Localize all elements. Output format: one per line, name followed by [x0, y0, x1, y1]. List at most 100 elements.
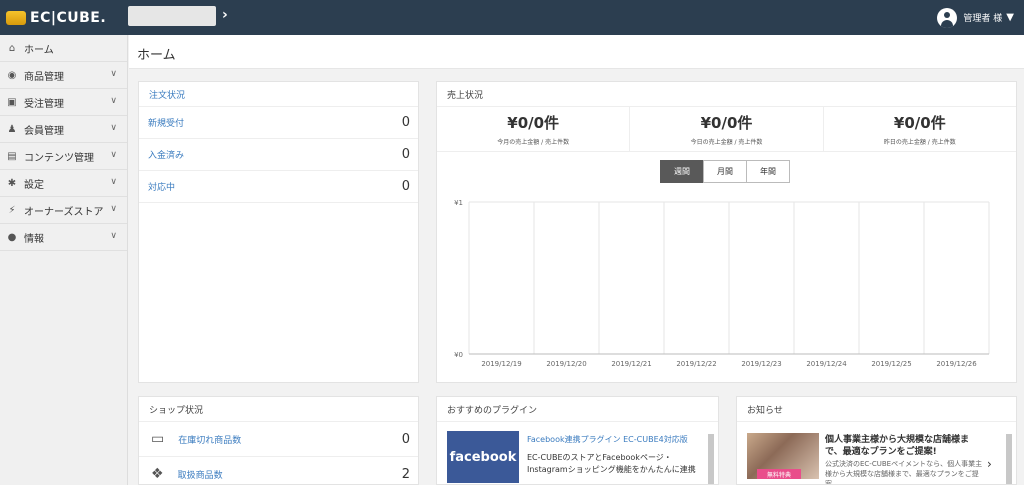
stat-today: ¥0/0件 今日の売上金額 / 売上件数: [630, 107, 824, 151]
stat-label: 今月の売上金額 / 売上件数: [497, 139, 570, 146]
news-body: 公式決済のEC-CUBEペイメントなら、個人事業主様から大規模な店舗様まで、最適…: [825, 460, 983, 485]
sidebar-item-owners-store[interactable]: ⚡ オーナーズストア ∨: [0, 197, 127, 224]
sidebar-item-orders[interactable]: ▣ 受注管理 ∨: [0, 89, 127, 116]
shop-row-left: ❖ 取扱商品数: [151, 466, 223, 482]
sidebar-item-settings[interactable]: ✱ 設定 ∨: [0, 170, 127, 197]
sidebar-item-label: ホーム: [24, 44, 54, 56]
sidebar-item-contents[interactable]: ▤ コンテンツ管理 ∨: [0, 143, 127, 170]
shop-row-value: 0: [401, 431, 410, 447]
user-avatar-icon: [937, 7, 958, 28]
x-tick-label: 2019/12/21: [611, 360, 651, 368]
user-menu[interactable]: 管理者 様 ▼: [937, 0, 1014, 35]
shop-link-chevron-icon[interactable]: ›: [222, 6, 234, 26]
sidebar-item-label: 受注管理: [24, 98, 64, 110]
news-scrollbar[interactable]: [1006, 434, 1012, 484]
shop-row-label[interactable]: 在庫切れ商品数: [178, 433, 241, 446]
news-title: お知らせ: [737, 397, 1016, 422]
stat-label: 昨日の売上金額 / 売上件数: [883, 139, 956, 146]
x-tick-label: 2019/12/19: [481, 360, 521, 368]
x-tick-label: 2019/12/22: [676, 360, 716, 368]
order-status-card: 注文状況 新規受付 0 入金済み 0 対応中 0: [138, 81, 419, 383]
sales-status-card: 売上状況 ¥0/0件 今月の売上金額 / 売上件数 ¥0/0件 今日の売上金額 …: [436, 81, 1017, 383]
chevron-down-icon: ∨: [110, 150, 117, 160]
order-row-new[interactable]: 新規受付 0: [139, 107, 418, 139]
x-tick-label: 2019/12/24: [806, 360, 847, 368]
users-icon: ♟: [7, 123, 17, 135]
tab-yearly[interactable]: 年間: [746, 160, 790, 183]
chevron-down-icon: ∨: [110, 231, 117, 241]
chevron-down-icon: ∨: [110, 177, 117, 187]
plugins-scrollbar[interactable]: [708, 434, 714, 484]
page-title: ホーム: [137, 48, 176, 63]
period-tabs: 週間 月間 年間: [660, 160, 790, 183]
shop-row-left: ▭ 在庫切れ商品数: [151, 431, 241, 447]
order-row-value: 0: [401, 115, 410, 130]
sales-chart: ¥1 ¥0 2019/12/19 2019/12/20 2019/12/21 2019/1…: [454, 199, 990, 368]
recommended-plugins-card: おすすめのプラグイン facebook Facebook連携プラグイン EC-C…: [436, 396, 719, 485]
top-header: EC|CUBE. › 管理者 様 ▼: [0, 0, 1024, 35]
sidebar-item-home[interactable]: ⌂ ホーム: [0, 35, 127, 62]
order-row-in-progress[interactable]: 対応中 0: [139, 171, 418, 203]
order-status-title[interactable]: 注文状況: [139, 82, 418, 107]
order-row-value: 0: [401, 179, 410, 194]
news-card: お知らせ 無料特典 個人事業主様から大規模な店舗様まで、最適なプランをご提案! …: [736, 396, 1017, 485]
y-tick-label: ¥0: [454, 351, 463, 359]
sidebar-item-customers[interactable]: ♟ 会員管理 ∨: [0, 116, 127, 143]
stat-label: 今日の売上金額 / 売上件数: [690, 139, 763, 146]
home-icon: ⌂: [8, 42, 16, 54]
sidebar-item-label: コンテンツ管理: [24, 152, 94, 164]
order-row-value: 0: [401, 147, 410, 162]
inbox-icon: ▭: [151, 431, 165, 447]
shop-row-out-of-stock[interactable]: ▭ 在庫切れ商品数 0: [139, 422, 418, 457]
shop-row-label[interactable]: 取扱商品数: [178, 468, 223, 481]
shop-status-title: ショップ状況: [139, 397, 418, 422]
plug-icon: ⚡: [8, 204, 16, 216]
x-tick-label: 2019/12/23: [741, 360, 781, 368]
sidebar-item-label: 情報: [24, 233, 44, 245]
shop-row-products[interactable]: ❖ 取扱商品数 2: [139, 457, 418, 485]
user-name: 管理者 様: [963, 14, 1003, 24]
order-row-label[interactable]: 新規受付: [148, 116, 184, 129]
stat-this-month: ¥0/0件 今月の売上金額 / 売上件数: [437, 107, 631, 151]
sales-status-title: 売上状況: [437, 82, 1016, 107]
ec-cube-logo[interactable]: EC|CUBE.: [6, 0, 106, 35]
order-row-label[interactable]: 入金済み: [148, 148, 184, 161]
cart-icon: ▣: [7, 96, 17, 108]
x-tick-label: 2019/12/20: [546, 360, 586, 368]
news-headline[interactable]: 個人事業主様から大規模な店舗様まで、最適なプランをご提案!: [825, 434, 985, 458]
chevron-down-icon: ▼: [1006, 12, 1014, 23]
order-row-label[interactable]: 対応中: [148, 180, 175, 193]
shop-status-card: ショップ状況 ▭ 在庫切れ商品数 0 ❖ 取扱商品数 2: [138, 396, 419, 485]
plugins-title: おすすめのプラグイン: [437, 397, 718, 422]
stat-value: ¥0/0件: [507, 114, 560, 132]
stat-yesterday: ¥0/0件 昨日の売上金額 / 売上件数: [824, 107, 1016, 151]
sidebar-item-label: 設定: [24, 179, 44, 191]
chevron-down-icon: ∨: [110, 69, 117, 79]
plugin-description: EC-CUBEのストアとFacebookページ・Instagramショッピング機…: [527, 453, 696, 474]
x-tick-label: 2019/12/25: [871, 360, 911, 368]
document-icon: ▤: [7, 150, 17, 162]
facebook-logo[interactable]: facebook: [447, 431, 519, 483]
sidebar: ⌂ ホーム ◉ 商品管理 ∨ ▣ 受注管理 ∨ ♟ 会員管理 ∨ ▤ コンテンツ…: [0, 35, 128, 485]
tab-weekly[interactable]: 週間: [660, 160, 704, 183]
sidebar-item-products[interactable]: ◉ 商品管理 ∨: [0, 62, 127, 89]
cube-logo-icon: [6, 10, 26, 25]
shop-name-placeholder[interactable]: [128, 6, 216, 26]
sales-stats: ¥0/0件 今月の売上金額 / 売上件数 ¥0/0件 今日の売上金額 / 売上件…: [437, 107, 1016, 152]
chevron-down-icon: ∨: [110, 96, 117, 106]
info-icon: ●: [7, 231, 17, 243]
tab-monthly[interactable]: 月間: [703, 160, 747, 183]
chevron-down-icon: ∨: [110, 204, 117, 214]
stat-value: ¥0/0件: [700, 114, 753, 132]
x-tick-label: 2019/12/26: [936, 360, 977, 368]
sidebar-item-info[interactable]: ● 情報 ∨: [0, 224, 127, 251]
plugin-title-link[interactable]: Facebook連携プラグイン EC-CUBE4対応版: [527, 434, 702, 445]
page-title-bar: ホーム: [129, 35, 1024, 69]
box-icon: ◉: [7, 69, 17, 81]
y-tick-label: ¥1: [454, 199, 463, 207]
sidebar-item-label: 商品管理: [24, 71, 64, 83]
order-row-paid[interactable]: 入金済み 0: [139, 139, 418, 171]
chevron-right-icon[interactable]: ›: [987, 457, 992, 471]
shop-row-value: 2: [401, 466, 410, 482]
logo-text: EC|CUBE.: [30, 9, 107, 26]
